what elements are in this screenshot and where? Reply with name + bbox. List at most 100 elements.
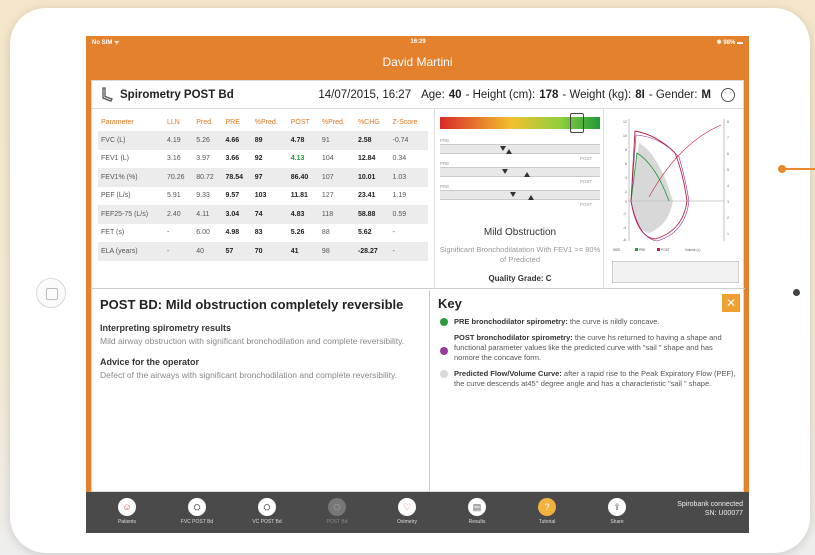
table-cell: 98 — [318, 242, 355, 261]
column-header: POST — [290, 118, 310, 126]
tab-patients[interactable]: ☺ Patients — [92, 492, 162, 525]
svg-text:3: 3 — [727, 200, 729, 204]
app-screen: No SIM ᯤ 16:29 ✱ 98% ▬ David Martini Spi… — [86, 36, 749, 533]
weight-value: 8I — [635, 88, 645, 101]
tab-tutorial[interactable]: ? Tutorial — [512, 492, 582, 525]
svg-text:POST: POST — [661, 248, 670, 252]
tab-share[interactable]: ⇪ Share — [582, 492, 652, 525]
tab-label: VC POST Bd — [252, 519, 282, 525]
table-cell: 127 — [321, 192, 334, 200]
battery-indicator: ✱ 98% ▬ — [716, 39, 743, 46]
tab-vc-post-bd[interactable]: ⛭ VC POST Bd — [232, 492, 302, 525]
table-row: ELA (years) -40 57 70 41 98 -28.27- — [98, 242, 428, 261]
height-value: 178 — [539, 88, 559, 101]
key-item: POST bronchodilator spirometry: the curv… — [438, 333, 737, 363]
test-datetime: 14/07/2015, 16:27 — [318, 88, 412, 101]
flow-volume-chart-panel[interactable]: 12 10 8 6 4 2 0 -2 -4 -6 8765 4321 WDE PRE POS — [605, 109, 745, 289]
severity-marker — [570, 113, 584, 133]
tab-icon: ♡ — [398, 498, 416, 516]
table-cell: 12.84 — [357, 155, 376, 163]
tab-results[interactable]: ▤ Results — [442, 492, 512, 525]
table-row: FEF25-75 (L/s) 2.40 4.11 3.04 74 4.83 118 58.88… — [98, 205, 428, 224]
flow-volume-chart: 121086 420-2 -4-6 8765 4321 WDE PRE POST… — [613, 119, 729, 252]
post-label-2: POST — [580, 179, 593, 184]
svg-text:-6: -6 — [623, 238, 626, 242]
table-cell: 78.54 — [222, 168, 252, 187]
home-button[interactable] — [36, 278, 66, 308]
table-row: FET (s) - 6.00 4.98 83 5.26 88 5.62 - — [98, 224, 428, 243]
gender-label: - Gender: — [648, 88, 698, 101]
key-item-text: the curve is nildly concave. — [567, 317, 660, 326]
table-cell: 58.88 — [354, 205, 390, 224]
interpreting-text: Mild airway obstruction with significant… — [100, 336, 405, 346]
svg-text:1: 1 — [727, 232, 729, 236]
height-label: - Height (cm): — [465, 88, 536, 101]
table-cell: 23.41 — [357, 192, 376, 200]
weight-label: - Weight (kg): — [562, 88, 632, 101]
svg-text:6: 6 — [727, 152, 729, 156]
tab-label: Results — [468, 519, 486, 525]
table-cell: 5.91 — [167, 192, 181, 200]
svg-text:Volume (L): Volume (L) — [685, 248, 700, 252]
legend-dot-icon — [440, 318, 448, 326]
svg-text:10: 10 — [623, 134, 627, 138]
column-header: PRE — [225, 118, 240, 126]
table-cell: FEV1% (%) — [98, 168, 164, 187]
svg-text:2: 2 — [727, 216, 729, 220]
tab-icon: ⇪ — [608, 498, 626, 516]
table-cell: 91 — [318, 131, 355, 150]
tab-oximetry[interactable]: ♡ Oximetry — [372, 492, 442, 525]
table-cell: FET (s) — [101, 229, 125, 237]
table-cell: 107 — [318, 168, 355, 187]
table-cell: PEF (L/s) — [101, 192, 131, 200]
parameters-table: Parameter LLN Pred. PRE %Pred. POST %Pred. %CHG… — [98, 113, 428, 261]
column-header: %Pred. — [321, 118, 345, 126]
diagnosis-label: Mild Obstruction — [483, 227, 557, 238]
clock: 16:29 — [410, 39, 426, 45]
spirometer-icon — [102, 86, 113, 102]
diagnosis-detail: Significant Bronchodilatation With FEV1 … — [439, 245, 601, 264]
post-label-1: POST — [580, 156, 593, 161]
table-cell: 5.26 — [193, 131, 223, 150]
legend-dot-icon — [440, 347, 448, 355]
results-panel: Parameter LLN Pred. PRE %Pred. POST %Pred. %CHG… — [92, 109, 745, 289]
svg-text:12: 12 — [623, 120, 627, 124]
camera-lens — [793, 289, 800, 296]
title-bar: David Martini — [86, 48, 749, 76]
patient-meta: 14/07/2015, 16:27 Age: 40 - Height (cm):… — [318, 87, 735, 102]
column-header: %Pred. — [254, 118, 278, 126]
svg-text:8: 8 — [727, 120, 729, 124]
column-header: Parameter — [101, 118, 134, 126]
table-cell: 4.78 — [287, 131, 319, 150]
advice-text: Defect of the airways with significant b… — [100, 370, 398, 380]
table-cell: 4.98 — [225, 229, 240, 237]
table-cell: 3.97 — [196, 155, 210, 163]
table-cell: 118 — [318, 205, 355, 224]
table-row: FVC (L) 4.19 5.26 4.66 89 4.78 91 2.58 -0.74 — [98, 131, 428, 150]
close-key-button[interactable]: ✕ — [722, 294, 740, 312]
post-marker — [528, 195, 534, 200]
table-cell: 104 — [321, 155, 334, 163]
gender-toggle[interactable] — [721, 87, 735, 102]
pre-label-1: PRE — [440, 138, 450, 143]
key-item-label: POST bronchodilator spirometry: — [454, 333, 573, 342]
table-cell: 92 — [254, 155, 263, 163]
table-cell: 70 — [251, 242, 288, 261]
tab-post-bd[interactable]: ⛭ POST Bd — [302, 492, 372, 525]
table-cell: 4.83 — [287, 205, 319, 224]
svg-text:PRE: PRE — [639, 248, 646, 252]
table-cell: 4.19 — [164, 131, 194, 150]
tab-fvc-post-bd[interactable]: ⛭ FVC POST Bd — [162, 492, 232, 525]
svg-text:-4: -4 — [623, 226, 626, 230]
tab-label: Tutorial — [538, 519, 556, 525]
pre-marker — [502, 169, 508, 174]
table-cell: 3.66 — [225, 155, 240, 163]
table-cell: 103 — [254, 192, 267, 200]
table-row: FEV1% (%) 70.26 80.72 78.54 97 86.40 107 10.01 1… — [98, 168, 428, 187]
table-cell: - — [392, 229, 395, 237]
interpretation-panel: POST BD: Mild obstruction completely rev… — [92, 290, 430, 492]
table-cell: 9.33 — [196, 192, 210, 200]
table-cell: 80.72 — [193, 168, 223, 187]
table-cell: 5.26 — [290, 229, 305, 237]
chart-notes-box — [612, 261, 739, 283]
